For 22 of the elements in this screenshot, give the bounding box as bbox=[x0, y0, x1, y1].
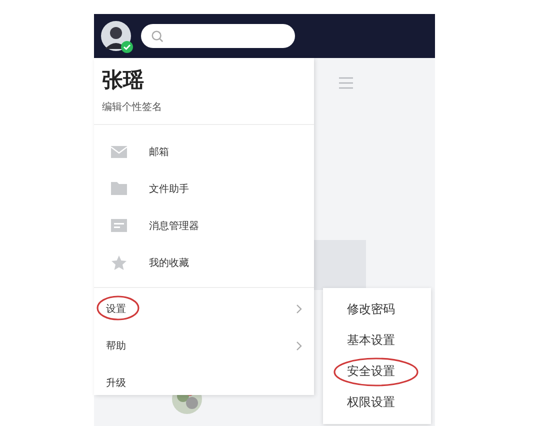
signature-link[interactable]: 编辑个性签名 bbox=[102, 100, 306, 114]
message-icon bbox=[111, 219, 127, 232]
menu-item[interactable]: 消息管理器 bbox=[94, 207, 314, 244]
star-icon bbox=[111, 254, 127, 270]
menu-item[interactable]: 邮箱 bbox=[94, 133, 314, 170]
submenu-item[interactable]: 权限设置 bbox=[323, 387, 431, 418]
search-icon bbox=[151, 30, 164, 42]
envelope-icon bbox=[111, 146, 127, 158]
menu-item[interactable]: 设置 bbox=[94, 290, 314, 327]
submenu-item[interactable]: 基本设置 bbox=[323, 325, 431, 356]
user-name: 张瑶 bbox=[102, 67, 145, 94]
chevron-right-icon bbox=[296, 340, 302, 350]
menu-item[interactable]: 我的收藏 bbox=[94, 244, 314, 281]
menu-item[interactable]: 升级 bbox=[94, 364, 314, 401]
submenu-item[interactable]: 修改密码 bbox=[323, 294, 431, 325]
menu-item[interactable]: 文件助手 bbox=[94, 170, 314, 207]
online-check-icon bbox=[121, 41, 133, 53]
folder-icon bbox=[111, 182, 127, 195]
menu-item[interactable]: 帮助 bbox=[94, 327, 314, 364]
search-field[interactable] bbox=[141, 24, 295, 48]
submenu-item[interactable]: 安全设置 bbox=[323, 356, 431, 387]
chevron-right-icon bbox=[296, 304, 302, 314]
